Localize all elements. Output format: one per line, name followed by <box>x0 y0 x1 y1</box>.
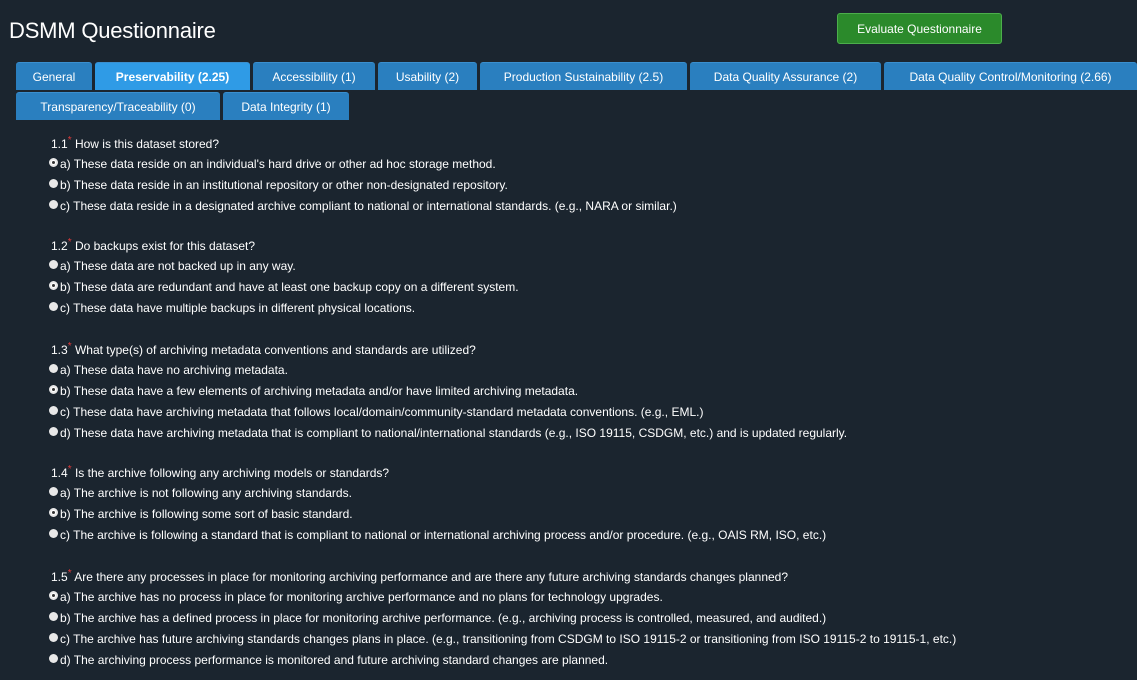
question-2-option-b[interactable]: b) These data are redundant and have at … <box>49 280 519 294</box>
radio-selected-icon[interactable] <box>49 157 58 167</box>
question-3-option-a[interactable]: a) These data have no archiving metadata… <box>49 363 288 377</box>
required-asterisk: * <box>67 464 72 475</box>
option-label: d) The archiving process performance is … <box>60 653 609 667</box>
question-number: 1.5 <box>51 570 68 584</box>
question-number: 1.3 <box>51 343 68 357</box>
radio-unselected-icon[interactable] <box>49 653 58 663</box>
required-asterisk: * <box>67 135 72 146</box>
option-label: c) These data reside in a designated arc… <box>60 199 677 213</box>
tab-usability[interactable]: Usability (2) <box>378 62 477 90</box>
option-label: c) The archive is following a standard t… <box>60 528 827 542</box>
question-3-option-b[interactable]: b) These data have a few elements of arc… <box>49 384 578 398</box>
option-label: b) These data have a few elements of arc… <box>60 384 579 398</box>
radio-unselected-icon[interactable] <box>49 486 58 496</box>
question-3-option-d[interactable]: d) These data have archiving metadata th… <box>49 426 847 440</box>
question-1-label: 1.1* How is this dataset stored? <box>51 135 220 152</box>
option-label: a) These data are not backed up in any w… <box>60 259 296 273</box>
radio-unselected-icon[interactable] <box>49 611 58 621</box>
radio-selected-icon[interactable] <box>49 384 58 394</box>
radio-unselected-icon[interactable] <box>49 632 58 642</box>
radio-selected-icon[interactable] <box>49 507 58 517</box>
question-number: 1.1 <box>51 137 68 151</box>
question-number: 1.4 <box>51 466 68 480</box>
option-label: c) These data have multiple backups in d… <box>60 301 416 315</box>
evaluate-questionnaire-button[interactable]: Evaluate Questionnaire <box>837 13 1002 44</box>
question-4-option-c[interactable]: c) The archive is following a standard t… <box>49 528 826 542</box>
option-label: a) The archive has no process in place f… <box>60 590 663 604</box>
radio-unselected-icon[interactable] <box>49 301 58 311</box>
question-5-option-a[interactable]: a) The archive has no process in place f… <box>49 590 663 604</box>
tab-data-quality-assurance[interactable]: Data Quality Assurance (2) <box>690 62 881 90</box>
tab-preservability[interactable]: Preservability (2.25) <box>95 62 250 90</box>
question-1-option-c[interactable]: c) These data reside in a designated arc… <box>49 199 677 213</box>
question-text: How is this dataset stored? <box>74 137 220 151</box>
question-5-option-d[interactable]: d) The archiving process performance is … <box>49 653 608 667</box>
option-label: d) These data have archiving metadata th… <box>60 426 848 440</box>
question-4-option-b[interactable]: b) The archive is following some sort of… <box>49 507 353 521</box>
radio-selected-icon[interactable] <box>49 280 58 290</box>
option-label: a) The archive is not following any arch… <box>60 486 352 500</box>
question-text: What type(s) of archiving metadata conve… <box>74 343 476 357</box>
question-2-option-c[interactable]: c) These data have multiple backups in d… <box>49 301 415 315</box>
tab-data-integrity[interactable]: Data Integrity (1) <box>223 92 349 120</box>
radio-unselected-icon[interactable] <box>49 528 58 538</box>
radio-unselected-icon[interactable] <box>49 426 58 436</box>
option-label: c) The archive has future archiving stan… <box>60 632 957 646</box>
option-label: b) The archive is following some sort of… <box>60 507 353 521</box>
question-text: Are there any processes in place for mon… <box>74 570 789 584</box>
required-asterisk: * <box>67 341 72 352</box>
question-5-option-b[interactable]: b) The archive has a defined process in … <box>49 611 826 625</box>
option-label: a) These data have no archiving metadata… <box>60 363 288 377</box>
question-text: Is the archive following any archiving m… <box>74 466 390 480</box>
option-label: b) These data are redundant and have at … <box>60 280 519 294</box>
question-2-label: 1.2* Do backups exist for this dataset? <box>51 237 256 254</box>
question-text: Do backups exist for this dataset? <box>74 239 256 253</box>
option-label: c) These data have archiving metadata th… <box>60 405 704 419</box>
radio-unselected-icon[interactable] <box>49 363 58 373</box>
question-1-option-a[interactable]: a) These data reside on an individual's … <box>49 157 496 171</box>
radio-unselected-icon[interactable] <box>49 259 58 269</box>
tab-general[interactable]: General <box>16 62 92 90</box>
question-3-option-c[interactable]: c) These data have archiving metadata th… <box>49 405 703 419</box>
question-5-option-c[interactable]: c) The archive has future archiving stan… <box>49 632 956 646</box>
question-4-option-a[interactable]: a) The archive is not following any arch… <box>49 486 352 500</box>
radio-unselected-icon[interactable] <box>49 405 58 415</box>
option-label: b) These data reside in an institutional… <box>60 178 508 192</box>
question-5-label: 1.5* Are there any processes in place fo… <box>51 568 789 585</box>
radio-unselected-icon[interactable] <box>49 178 58 188</box>
tab-data-quality-control-monitoring[interactable]: Data Quality Control/Monitoring (2.66) <box>884 62 1137 90</box>
tab-transparency-traceability[interactable]: Transparency/Traceability (0) <box>16 92 220 120</box>
question-3-label: 1.3* What type(s) of archiving metadata … <box>51 341 476 358</box>
question-4-label: 1.4* Is the archive following any archiv… <box>51 464 390 481</box>
page-title: DSMM Questionnaire <box>9 18 216 43</box>
radio-selected-icon[interactable] <box>49 590 58 600</box>
required-asterisk: * <box>67 568 72 579</box>
option-label: b) The archive has a defined process in … <box>60 611 827 625</box>
option-label: a) These data reside on an individual's … <box>60 157 496 171</box>
required-asterisk: * <box>67 237 72 248</box>
question-2-option-a[interactable]: a) These data are not backed up in any w… <box>49 259 296 273</box>
radio-unselected-icon[interactable] <box>49 199 58 209</box>
tab-production-sustainability[interactable]: Production Sustainability (2.5) <box>480 62 687 90</box>
tab-accessibility[interactable]: Accessibility (1) <box>253 62 375 90</box>
question-number: 1.2 <box>51 239 68 253</box>
question-1-option-b[interactable]: b) These data reside in an institutional… <box>49 178 508 192</box>
